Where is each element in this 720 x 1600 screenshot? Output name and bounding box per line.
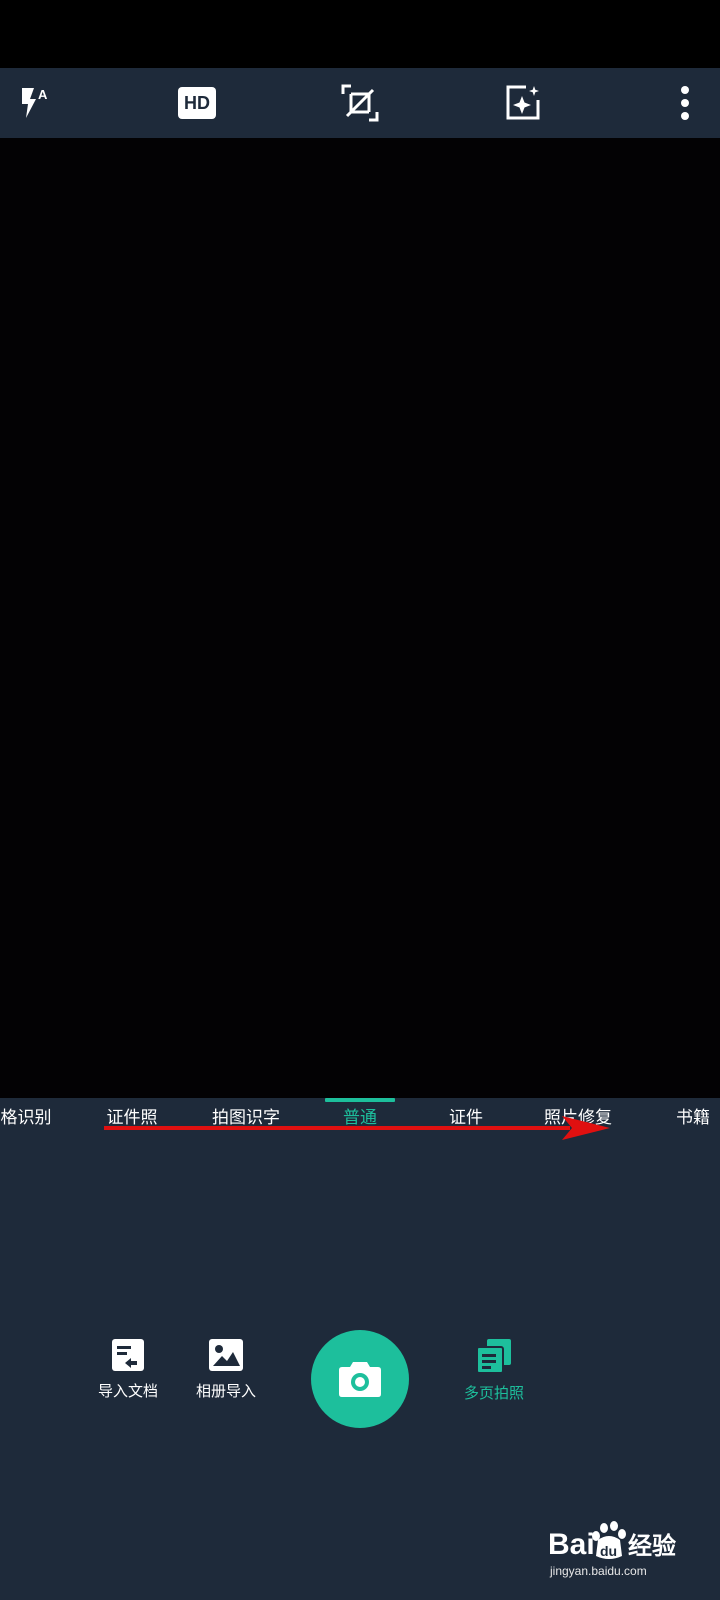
- camera-viewfinder[interactable]: [0, 138, 720, 1098]
- more-vert-icon: [681, 86, 689, 120]
- hd-button[interactable]: HD: [162, 68, 232, 138]
- mode-books[interactable]: 书籍: [676, 1106, 710, 1130]
- image-gallery-icon: [209, 1339, 243, 1371]
- import-document-button[interactable]: 导入文档: [83, 1338, 173, 1401]
- mode-selector[interactable]: 格识别 证件照 拍图识字 普通 证件 照片修复 书籍: [0, 1098, 720, 1146]
- watermark-url: jingyan.baidu.com: [550, 1564, 647, 1578]
- camera-toolbar: A HD: [0, 68, 720, 138]
- status-bar: [0, 0, 720, 68]
- more-options-button[interactable]: [650, 68, 720, 138]
- mode-table-recognition[interactable]: 格识别: [1, 1106, 52, 1130]
- svg-text:经验: 经验: [628, 1532, 676, 1560]
- multi-page-shoot-label: 多页拍照: [463, 1385, 524, 1402]
- import-document-label: 导入文档: [97, 1383, 158, 1400]
- baidu-jingyan-watermark: Bai du 经验 jingyan.baidu.com: [548, 1520, 708, 1590]
- hd-label: HD: [184, 92, 210, 113]
- svg-text:Bai: Bai: [548, 1528, 595, 1561]
- crop-toggle-button[interactable]: [325, 68, 395, 138]
- album-import-button[interactable]: 相册导入: [181, 1338, 271, 1401]
- svg-text:du: du: [600, 1543, 617, 1559]
- auto-enhance-icon: [506, 85, 540, 120]
- auto-enhance-button[interactable]: [488, 68, 558, 138]
- album-import-label: 相册导入: [195, 1383, 256, 1400]
- swipe-arrow-annotation: [104, 1116, 610, 1140]
- flash-auto-icon: A: [22, 87, 48, 118]
- shutter-button[interactable]: [311, 1330, 409, 1428]
- multi-page-icon: [476, 1339, 511, 1374]
- svg-text:A: A: [38, 87, 48, 102]
- import-document-icon: [112, 1339, 144, 1371]
- camera-icon: [339, 1362, 381, 1397]
- multi-page-shoot-button[interactable]: 多页拍照: [449, 1338, 539, 1403]
- baidu-jingyan-logo: Bai du 经验: [548, 1521, 676, 1561]
- hd-icon: HD: [178, 87, 216, 119]
- flash-auto-button[interactable]: A: [0, 68, 70, 138]
- active-mode-indicator: [325, 1098, 395, 1102]
- no-crop-icon: [341, 84, 379, 122]
